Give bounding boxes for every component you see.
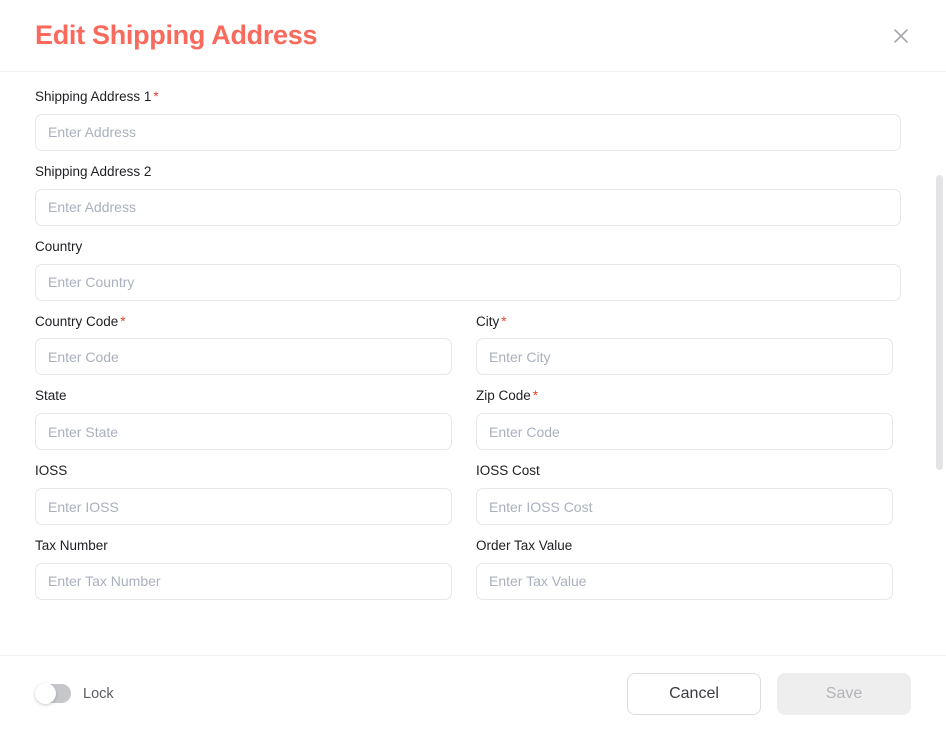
label-state: State [35,388,67,404]
page-title: Edit Shipping Address [35,20,318,50]
field-country: Country [35,238,901,301]
input-country-code[interactable] [35,338,452,376]
form-row: State Zip Code* [35,388,911,451]
close-icon-glyph [894,28,908,43]
label-shipping-address-2: Shipping Address 2 [35,163,152,179]
form-row: IOSS IOSS Cost [35,463,911,526]
field-ioss-cost: IOSS Cost [476,463,893,526]
field-city: City * [476,313,893,376]
edit-shipping-address-modal: Edit Shipping Address Shipping Address 1… [0,0,946,731]
form-row: Shipping Address 2 [35,163,911,226]
modal-footer: Lock Cancel Save [0,655,946,731]
form-row: Tax Number Order Tax Value [35,538,911,600]
lock-toggle[interactable] [35,683,71,704]
input-shipping-address-1[interactable] [35,113,901,151]
form-row: Country [35,238,911,301]
field-country-code: Country Code * [35,313,452,376]
label-city: City * [476,313,507,329]
label-country: Country [35,238,83,254]
form-row: Shipping Address 1 * [35,89,911,151]
lock-label: Lock [83,685,114,702]
input-tax-number[interactable] [35,562,452,600]
footer-actions: Cancel Save [627,672,911,715]
modal-header: Edit Shipping Address [0,0,946,72]
input-country[interactable] [35,263,901,301]
field-tax-number: Tax Number [35,538,452,600]
lock-toggle-knob [35,683,56,704]
input-order-tax-value[interactable] [476,562,893,600]
form-row: Country Code* City* [35,313,911,376]
input-zip-code[interactable] [476,413,893,451]
input-state[interactable] [35,413,452,451]
label-order-tax-value: Order Tax Value [476,538,573,554]
form-scroll-area[interactable]: Shipping Address 1* Shipping Address 2 Cou… [0,72,946,655]
field-shipping-address-1: Shipping Address 1 * [35,89,901,151]
label-shipping-address-1: Shipping Address 1 * [35,89,159,104]
required-marker: * [120,313,126,329]
input-city[interactable] [476,338,893,376]
input-shipping-address-2[interactable] [35,188,901,226]
label-country-code: Country Code * [35,313,126,329]
label-zip-code: Zip Code * [476,388,539,404]
required-marker: * [501,313,507,329]
label-ioss-cost: IOSS Cost [476,463,540,479]
field-state: State [35,388,452,451]
save-button: Save [777,672,911,715]
scrollbar-track[interactable] [936,72,944,655]
required-marker: * [153,89,159,104]
lock-toggle-group: Lock [35,683,114,704]
input-ioss-cost[interactable] [476,488,893,526]
cancel-button[interactable]: Cancel [627,672,761,715]
label-tax-number: Tax Number [35,538,108,554]
shipping-address-form: Shipping Address 1* Shipping Address 2 Cou… [35,89,911,600]
field-shipping-address-2: Shipping Address 2 [35,163,901,226]
close-icon[interactable] [884,19,918,53]
field-zip-code: Zip Code * [476,388,893,451]
field-order-tax-value: Order Tax Value [476,538,893,600]
field-ioss: IOSS [35,463,452,526]
label-ioss: IOSS [35,463,68,479]
scrollbar-thumb[interactable] [936,175,943,470]
required-marker: * [532,388,539,404]
input-ioss[interactable] [35,488,452,526]
